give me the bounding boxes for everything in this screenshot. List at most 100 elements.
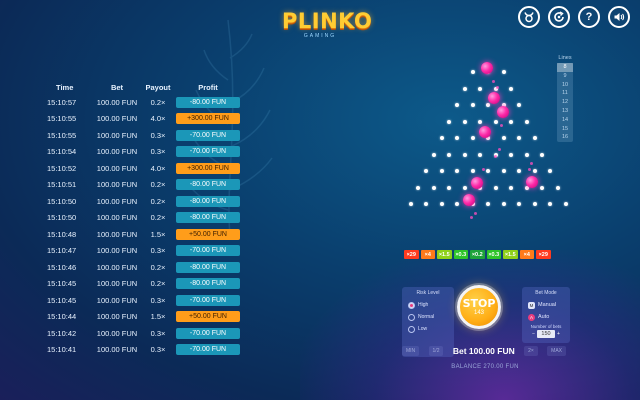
- peg: [493, 185, 498, 190]
- plinko-ball: [471, 177, 483, 189]
- peg: [439, 202, 444, 206]
- bet-double-button[interactable]: 2×: [524, 346, 538, 356]
- peg: [447, 119, 452, 124]
- peg: [470, 136, 475, 140]
- table-row: 15:10:44 100.00 FUN 1.5× +50.00 FUN: [44, 309, 244, 326]
- multiplier-slot: ×29: [536, 250, 551, 259]
- ball-trail: [528, 168, 531, 171]
- number-of-bets-input[interactable]: 150: [537, 330, 555, 338]
- lines-option[interactable]: 13: [557, 107, 573, 116]
- peg: [532, 169, 537, 173]
- peg: [478, 86, 483, 91]
- bet-controls: MIN 1/2 Bet 100.00 FUN 2× MAX: [402, 344, 566, 358]
- table-body: 15:10:57 100.00 FUN 0.2× -80.00 FUN 15:10:55…: [44, 94, 244, 358]
- cell-bet: 100.00 FUN: [96, 295, 138, 305]
- bet-min-button[interactable]: MIN: [402, 346, 420, 356]
- cell-payout: 0.2×: [150, 213, 166, 223]
- risk-option[interactable]: High: [405, 299, 451, 311]
- lines-option[interactable]: 8: [557, 63, 573, 72]
- profit-badge: +50.00 FUN: [176, 311, 240, 323]
- multiplier-slot: ×1.5: [503, 250, 518, 259]
- plinko-ball: [481, 62, 493, 74]
- cell-bet: 100.00 FUN: [96, 262, 138, 272]
- cell-payout: 0.3×: [150, 328, 166, 338]
- lines-option[interactable]: 11: [557, 89, 573, 98]
- decrement-button[interactable]: −: [532, 331, 535, 337]
- lines-option[interactable]: 15: [557, 125, 573, 134]
- peg: [524, 152, 529, 157]
- cell-profit: -70.00 FUN: [172, 129, 244, 141]
- peg: [555, 185, 560, 190]
- rules-icon[interactable]: [518, 6, 540, 28]
- logo-title: PLINKO: [282, 9, 373, 33]
- stats-icon[interactable]: [548, 6, 570, 28]
- peg: [470, 169, 475, 173]
- peg: [509, 119, 514, 124]
- peg: [431, 152, 436, 157]
- peg: [408, 202, 413, 206]
- lines-option[interactable]: 14: [557, 116, 573, 125]
- stop-button[interactable]: STOP 143: [457, 285, 501, 329]
- table-header: Time Bet Payout Profit: [44, 80, 244, 94]
- profit-badge: -80.00 FUN: [176, 96, 240, 108]
- peg: [517, 136, 521, 140]
- multiplier-slot: ×29: [404, 250, 419, 259]
- cell-payout: 0.2×: [150, 196, 166, 206]
- ball-trail: [500, 124, 503, 127]
- header-profit: Profit: [172, 83, 244, 92]
- peg: [416, 185, 421, 190]
- lines-option[interactable]: 10: [557, 81, 573, 90]
- cell-time: 15:10:57: [47, 97, 77, 107]
- cell-payout: 0.3×: [150, 246, 166, 256]
- cell-bet: 100.00 FUN: [96, 180, 138, 190]
- header-time: Time: [56, 82, 74, 92]
- sound-icon[interactable]: [608, 6, 630, 28]
- risk-title: Risk Level: [416, 290, 440, 296]
- cell-time: 15:10:50: [47, 213, 77, 223]
- cell-bet: 100.00 FUN: [96, 147, 138, 157]
- cell-payout: 0.3×: [150, 147, 166, 157]
- risk-option[interactable]: Low: [405, 323, 451, 335]
- auto-bets-remaining: 143: [473, 310, 484, 316]
- peg: [501, 70, 506, 74]
- cell-payout: 0.3×: [150, 295, 166, 305]
- table-row: 15:10:41 100.00 FUN 0.3× -70.00 FUN: [44, 342, 244, 359]
- top-toolbar: ?: [518, 6, 630, 28]
- profit-badge: -70.00 FUN: [176, 146, 240, 158]
- cell-bet: 100.00 FUN: [96, 97, 138, 107]
- peg: [532, 136, 537, 140]
- cell-time: 15:10:55: [47, 130, 77, 140]
- increment-button[interactable]: +: [557, 331, 560, 337]
- mode-auto-option[interactable]: A Auto: [525, 311, 567, 323]
- bet-max-button[interactable]: MAX: [547, 346, 566, 356]
- ball-trail: [470, 216, 473, 219]
- cell-time: 15:10:45: [47, 295, 77, 305]
- cell-time: 15:10:50: [47, 196, 77, 206]
- bet-history-table: Time Bet Payout Profit 15:10:57 100.00 FU…: [44, 80, 244, 358]
- cell-bet: 100.00 FUN: [96, 163, 138, 173]
- cell-time: 15:10:41: [47, 345, 77, 355]
- peg: [470, 70, 475, 74]
- help-icon[interactable]: ?: [578, 6, 600, 28]
- peg: [462, 86, 467, 91]
- cell-time: 15:10:54: [47, 147, 77, 157]
- peg: [439, 136, 444, 140]
- profit-badge: -70.00 FUN: [176, 294, 240, 306]
- peg: [486, 169, 490, 173]
- ball-trail: [492, 80, 495, 83]
- cell-profit: +50.00 FUN: [172, 228, 244, 240]
- lines-option[interactable]: 12: [557, 98, 573, 107]
- peg: [462, 119, 467, 124]
- mode-manual-option[interactable]: M Manual: [525, 299, 567, 311]
- peg: [509, 86, 514, 91]
- peg: [548, 169, 552, 173]
- lines-option[interactable]: 16: [557, 133, 573, 142]
- cell-payout: 4.0×: [150, 163, 166, 173]
- cell-payout: 1.5×: [150, 229, 166, 239]
- peg: [486, 202, 490, 206]
- lines-option[interactable]: 9: [557, 72, 573, 81]
- cell-profit: -80.00 FUN: [172, 195, 244, 207]
- bet-half-button[interactable]: 1/2: [428, 346, 444, 356]
- risk-option[interactable]: Normal: [405, 311, 451, 323]
- radio-icon: [408, 325, 415, 333]
